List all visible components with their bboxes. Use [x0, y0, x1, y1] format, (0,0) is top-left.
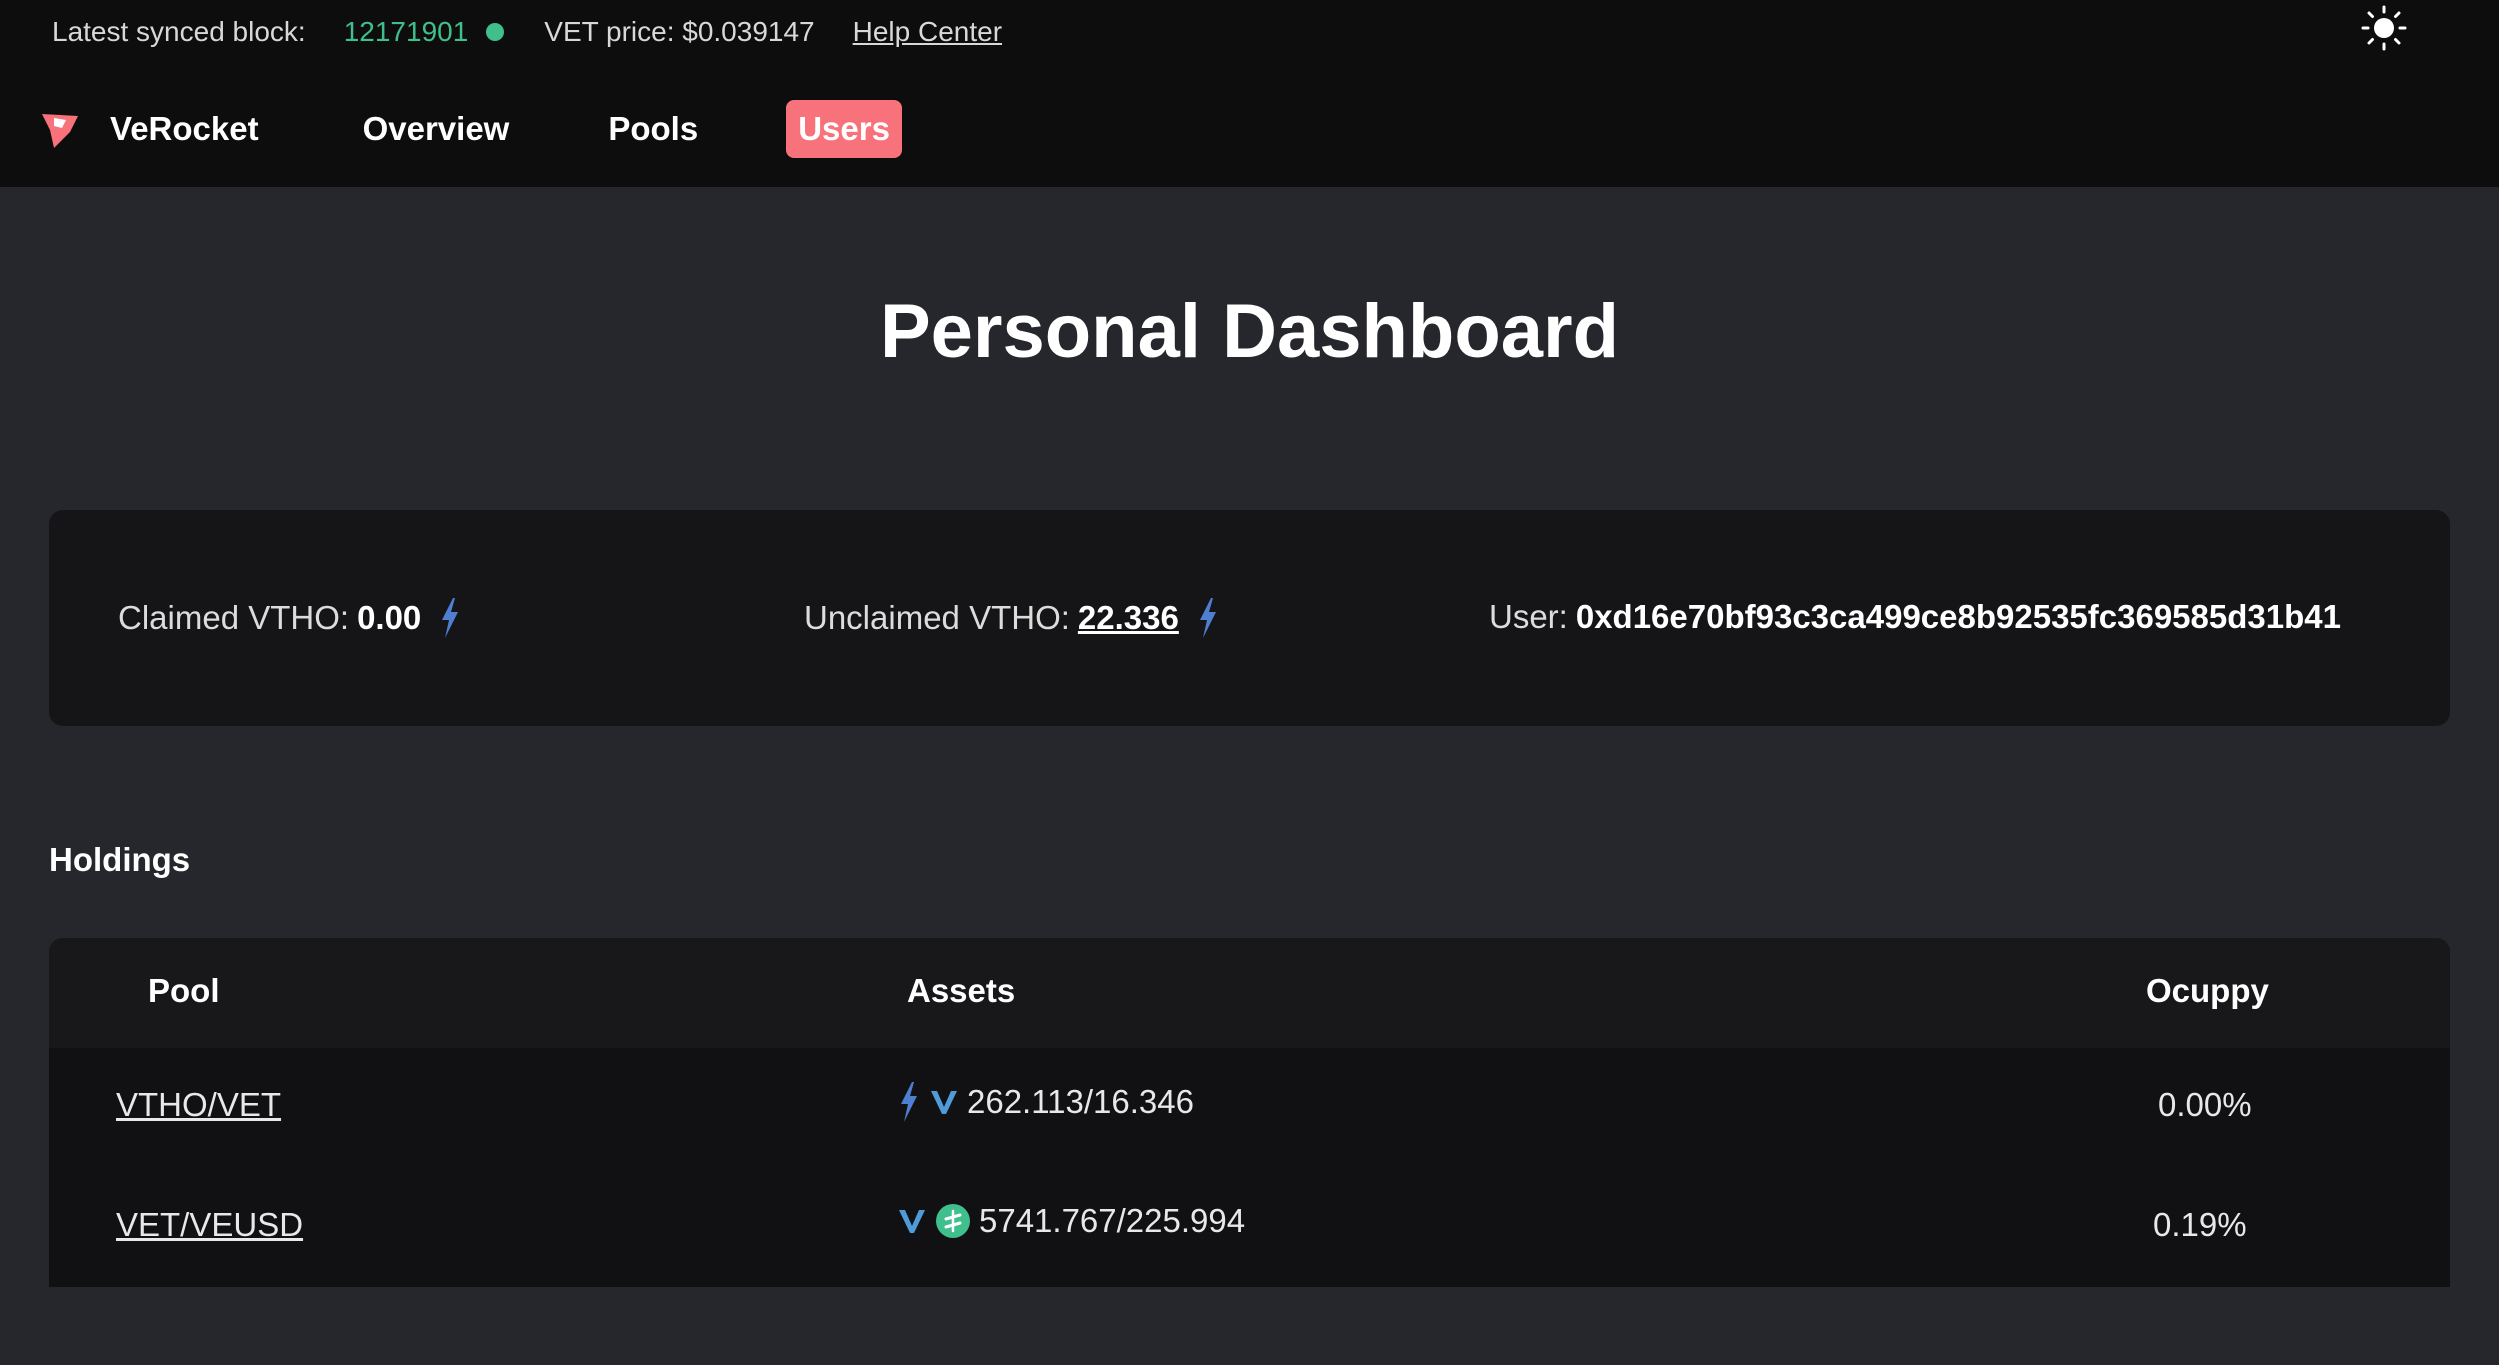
vet-icon: [931, 1091, 957, 1114]
column-pool: Pool: [148, 972, 220, 1009]
vtho-bolt-icon: [442, 598, 459, 638]
stats-card: Claimed VTHO: 0.00 Unclaimed VTHO: 22.33…: [49, 510, 2450, 726]
column-assets: Assets: [907, 972, 1016, 1009]
theme-toggle-sun-icon[interactable]: [2360, 4, 2408, 52]
main-nav: VeRocket Overview Pools Users: [40, 98, 902, 160]
nav-users[interactable]: Users: [786, 100, 902, 158]
table-row: VTHO/VET 262.113/16.346 0.00%: [49, 1048, 2450, 1168]
user-label: User:: [1489, 598, 1568, 635]
unclaimed-label: Unclaimed VTHO:: [804, 599, 1070, 636]
assets-cell: 262.113/16.346: [897, 1082, 1194, 1122]
veusd-icon: [936, 1204, 970, 1238]
sync-info-bar: Latest synced block: 12171901 VET price:…: [52, 14, 1002, 50]
table-row: VET/VEUSD 5741.767/225.994 0.19%: [49, 1168, 2450, 1287]
claimed-vtho: Claimed VTHO: 0.00: [118, 598, 461, 638]
pool-link[interactable]: VET/VEUSD: [116, 1206, 303, 1244]
top-bar: Latest synced block: 12171901 VET price:…: [0, 0, 2499, 187]
help-center-link[interactable]: Help Center: [853, 16, 1002, 48]
nav-pools[interactable]: Pools: [608, 110, 698, 148]
occupy-value: 0.00%: [2158, 1086, 2252, 1123]
nav-overview[interactable]: Overview: [363, 110, 510, 148]
unclaimed-vtho: Unclaimed VTHO: 22.336: [804, 598, 1219, 638]
claimed-label: Claimed VTHO:: [118, 599, 350, 636]
table-header: Pool Assets Ocuppy: [49, 938, 2450, 1048]
vet-price: VET price: $0.039147: [544, 16, 815, 47]
pool-link[interactable]: VTHO/VET: [116, 1086, 281, 1124]
vet-icon: [899, 1210, 925, 1233]
vtho-icon: [901, 1082, 917, 1122]
claimed-value: 0.00: [357, 599, 422, 636]
occupy-value: 0.19%: [2153, 1206, 2247, 1243]
user-address-value: 0xd16e70bf93c3ca499ce8b92535fc369585d31b…: [1575, 598, 2341, 635]
assets-cell: 5741.767/225.994: [897, 1202, 1245, 1240]
page-title: Personal Dashboard: [879, 289, 1620, 374]
unclaimed-value-link[interactable]: 22.336: [1078, 599, 1179, 637]
verocket-logo-icon[interactable]: [40, 108, 80, 150]
holdings-heading: Holdings: [49, 841, 191, 878]
assets-amount: 5741.767/225.994: [979, 1202, 1246, 1239]
holdings-table: Pool Assets Ocuppy VTHO/VET 262.113/16.3…: [49, 938, 2450, 1287]
user-address: User: 0xd16e70bf93c3ca499ce8b92535fc3695…: [1489, 598, 2341, 636]
block-label: Latest synced block:: [52, 16, 306, 47]
column-occupy: Ocuppy: [2146, 972, 2269, 1009]
assets-amount: 262.113/16.346: [967, 1083, 1194, 1120]
block-number: 12171901: [343, 16, 469, 47]
vtho-bolt-icon: [1199, 598, 1216, 638]
brand-name[interactable]: VeRocket: [110, 110, 259, 148]
sync-status-dot: [486, 23, 505, 41]
